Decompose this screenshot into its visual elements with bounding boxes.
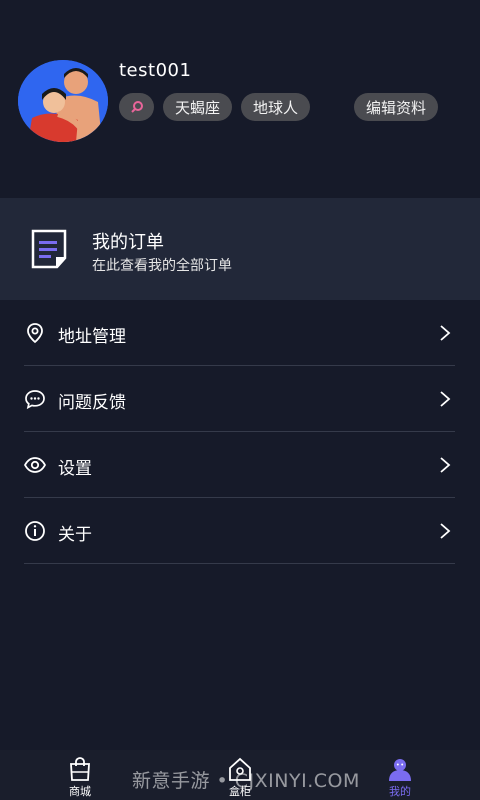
document-list-icon — [31, 229, 67, 269]
my-orders-subtitle: 在此查看我的全部订单 — [92, 258, 232, 274]
person-icon — [389, 759, 411, 781]
watermark-text: 新意手游 • CJXINYI.COM — [132, 770, 360, 792]
my-orders-card[interactable] — [0, 198, 480, 300]
username: test001 — [119, 60, 192, 81]
chevron-right-icon — [440, 325, 451, 341]
menu-item-label: 地址管理 — [58, 327, 126, 347]
chevron-right-icon — [440, 391, 451, 407]
female-symbol-icon — [130, 101, 143, 113]
menu-item-label: 问题反馈 — [58, 393, 126, 413]
location-pin-icon — [27, 323, 43, 344]
info-icon — [25, 521, 45, 541]
shopping-bag-icon — [70, 757, 90, 781]
eye-icon — [24, 457, 46, 473]
menu-item-settings[interactable]: 设置 — [24, 432, 455, 498]
region-tag: 地球人 — [241, 93, 310, 121]
menu-item-label: 关于 — [58, 525, 92, 545]
menu-item-address[interactable]: 地址管理 — [24, 300, 455, 366]
gender-tag — [119, 93, 154, 121]
tab-label: 我的 — [389, 785, 411, 798]
profile-header: test001 天蝎座 地球人 编辑资料 — [0, 0, 480, 198]
menu-item-feedback[interactable]: 问题反馈 — [24, 366, 455, 432]
tab-shop[interactable]: 商城 — [50, 750, 110, 800]
tab-mine[interactable]: 我的 — [370, 750, 430, 800]
menu-item-label: 设置 — [58, 459, 92, 479]
avatar-illustration — [18, 60, 108, 142]
zodiac-tag: 天蝎座 — [163, 93, 232, 121]
my-orders-title: 我的订单 — [92, 232, 164, 253]
chat-bubble-icon — [25, 390, 45, 410]
avatar[interactable] — [18, 60, 108, 142]
chevron-right-icon — [440, 523, 451, 539]
edit-profile-button[interactable]: 编辑资料 — [354, 93, 438, 121]
chevron-right-icon — [440, 457, 451, 473]
tab-label: 商城 — [69, 785, 91, 798]
menu-item-about[interactable]: 关于 — [24, 498, 455, 564]
